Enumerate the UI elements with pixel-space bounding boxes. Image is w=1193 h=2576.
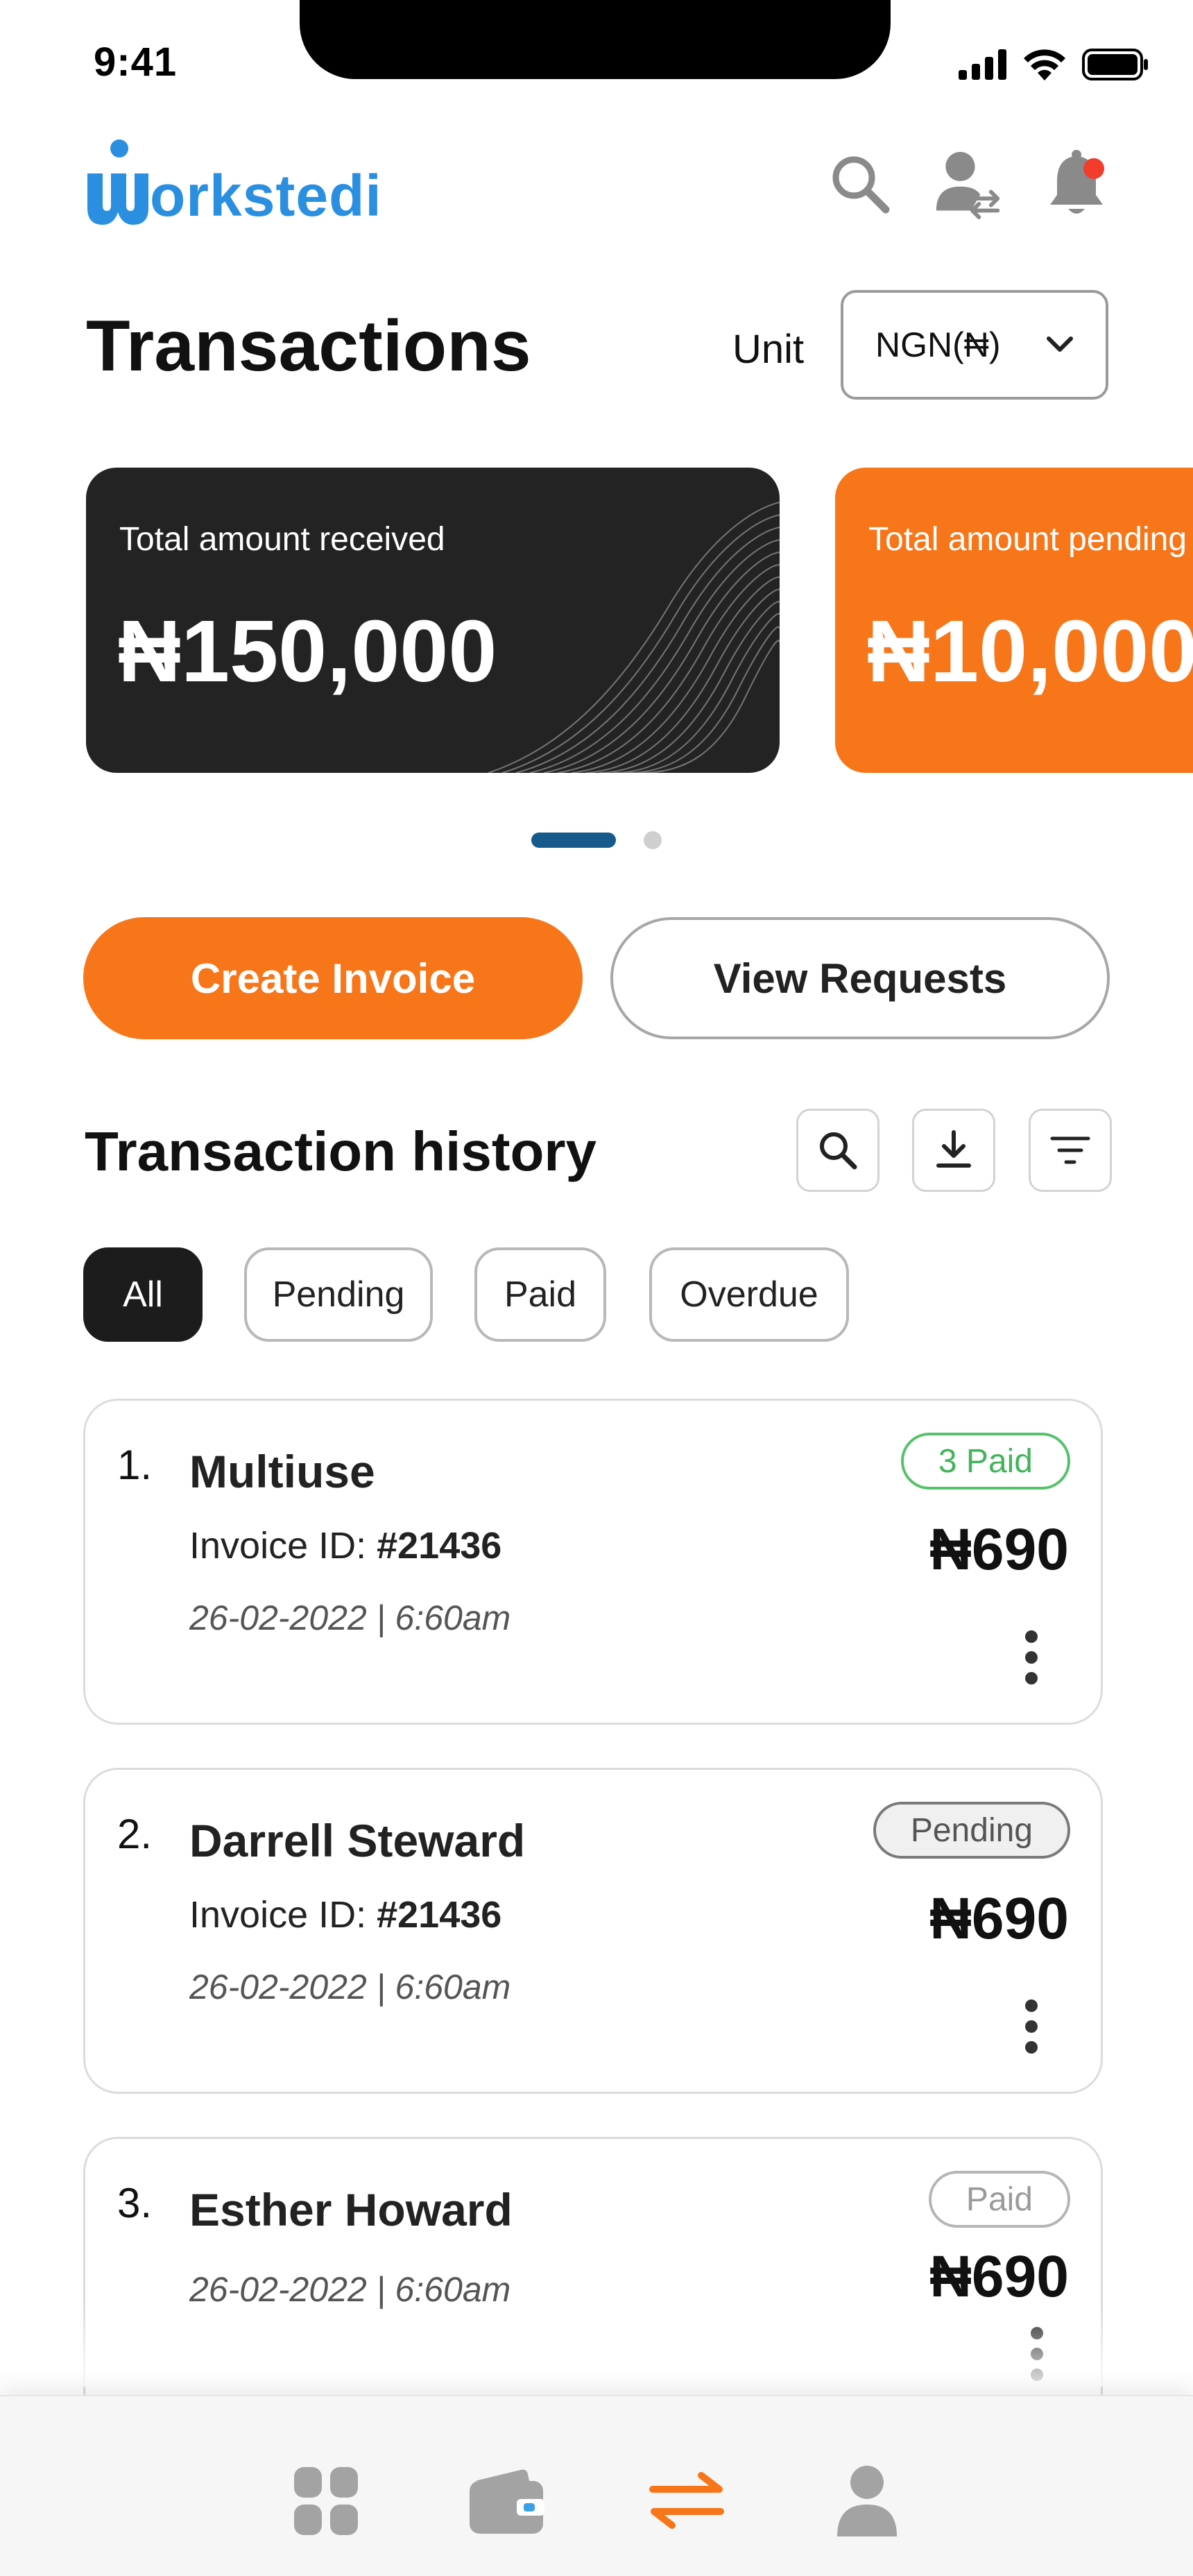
view-requests-button[interactable]: View Requests — [610, 917, 1110, 1039]
carousel-dot-active[interactable] — [531, 833, 616, 848]
history-title: Transaction history — [85, 1120, 596, 1182]
filter-button[interactable] — [1029, 1109, 1112, 1192]
transaction-date: 26-02-2022 | 6:60am — [189, 1598, 511, 1637]
filter-chip-all[interactable]: All — [83, 1247, 203, 1342]
wifi-icon — [1024, 49, 1065, 80]
invoice-id-value: #21436 — [377, 1894, 502, 1936]
card-amount: ₦150,000 — [118, 602, 497, 700]
header-actions — [825, 146, 1111, 222]
invoice-id-value: #21436 — [377, 1525, 502, 1567]
search-icon — [832, 156, 890, 214]
wallet-icon — [470, 2469, 544, 2534]
search-icon — [820, 1132, 857, 1170]
carousel-indicator — [531, 831, 662, 849]
notification-dot — [1083, 158, 1104, 179]
nav-dashboard[interactable] — [284, 2459, 368, 2542]
transaction-date: 26-02-2022 | 6:60am — [189, 1968, 511, 2006]
carousel-dot[interactable] — [644, 831, 662, 849]
switch-account-button[interactable] — [934, 146, 1003, 222]
transaction-name: Darrell Steward — [189, 1815, 526, 1866]
transaction-number: 2. — [117, 1811, 153, 1857]
device-notch — [300, 0, 891, 79]
transactions-icon — [649, 2472, 724, 2529]
transaction-card[interactable]: 1. Multiuse Invoice ID: #21436 26-02-202… — [83, 1399, 1103, 1725]
page-title: Transactions — [86, 306, 531, 386]
signal-icon — [959, 49, 1006, 80]
history-search-button[interactable] — [796, 1109, 879, 1192]
more-options-icon[interactable] — [1024, 1999, 1038, 2054]
transaction-card[interactable]: 2. Darrell Steward Invoice ID: #21436 26… — [83, 1768, 1103, 2094]
header-search-button[interactable] — [825, 146, 895, 222]
dashboard-icon — [294, 2467, 358, 2535]
received-summary-card[interactable]: Total amount received ₦150,000 — [86, 468, 780, 773]
card-label: Total amount pending — [868, 521, 1187, 558]
notifications-button[interactable] — [1042, 146, 1111, 222]
transaction-number: 3. — [117, 2180, 153, 2226]
create-invoice-button[interactable]: Create Invoice — [83, 917, 583, 1039]
pending-summary-card[interactable]: Total amount pending ₦10,000 — [835, 468, 1193, 773]
filter-icon — [1050, 1136, 1090, 1164]
unit-label: Unit — [732, 327, 805, 372]
logo-mark-icon — [87, 139, 148, 225]
bottom-nav — [0, 2395, 1193, 2576]
transaction-number: 1. — [117, 1442, 153, 1488]
filter-chip-overdue[interactable]: Overdue — [649, 1247, 849, 1342]
download-button[interactable] — [912, 1109, 995, 1192]
card-label: Total amount received — [119, 521, 445, 558]
filter-chip-pending[interactable]: Pending — [244, 1247, 433, 1342]
more-options-icon[interactable] — [1024, 1630, 1038, 1685]
logo-text: orkstedi — [150, 163, 382, 228]
invoice-id-label: Invoice ID: — [189, 1894, 377, 1936]
invoice-id: Invoice ID: #21436 — [189, 1893, 501, 1936]
status-badge: 3 Paid — [900, 1433, 1070, 1490]
card-amount: ₦10,000 — [867, 602, 1193, 700]
battery-icon — [1082, 49, 1148, 80]
wave-pattern-graphic — [488, 502, 780, 773]
status-badge: Paid — [928, 2171, 1070, 2228]
transaction-amount: ₦690 — [929, 1517, 1069, 1582]
unit-value: NGN(₦) — [875, 325, 1001, 364]
chevron-down-icon — [1047, 336, 1073, 352]
user-switch-icon — [936, 151, 1000, 219]
nav-wallet[interactable] — [465, 2459, 548, 2542]
status-icons — [959, 49, 1149, 80]
transaction-amount: ₦690 — [929, 1886, 1069, 1951]
download-icon — [936, 1130, 971, 1168]
nav-transactions[interactable] — [645, 2459, 728, 2542]
status-time: 9:41 — [94, 40, 178, 85]
invoice-id: Invoice ID: #21436 — [189, 1524, 501, 1567]
transaction-name: Esther Howard — [189, 2184, 513, 2235]
invoice-id-label: Invoice ID: — [189, 1525, 377, 1567]
filter-chip-paid[interactable]: Paid — [474, 1247, 606, 1342]
unit-select[interactable]: NGN(₦) — [841, 290, 1108, 400]
app-logo[interactable]: orkstedi — [82, 139, 382, 229]
transaction-amount: ₦690 — [929, 2244, 1069, 2309]
profile-icon — [837, 2466, 897, 2536]
transaction-name: Multiuse — [189, 1446, 375, 1497]
status-badge: Pending — [873, 1802, 1070, 1859]
scroll-fade — [0, 2303, 1193, 2387]
nav-profile[interactable] — [825, 2459, 909, 2542]
